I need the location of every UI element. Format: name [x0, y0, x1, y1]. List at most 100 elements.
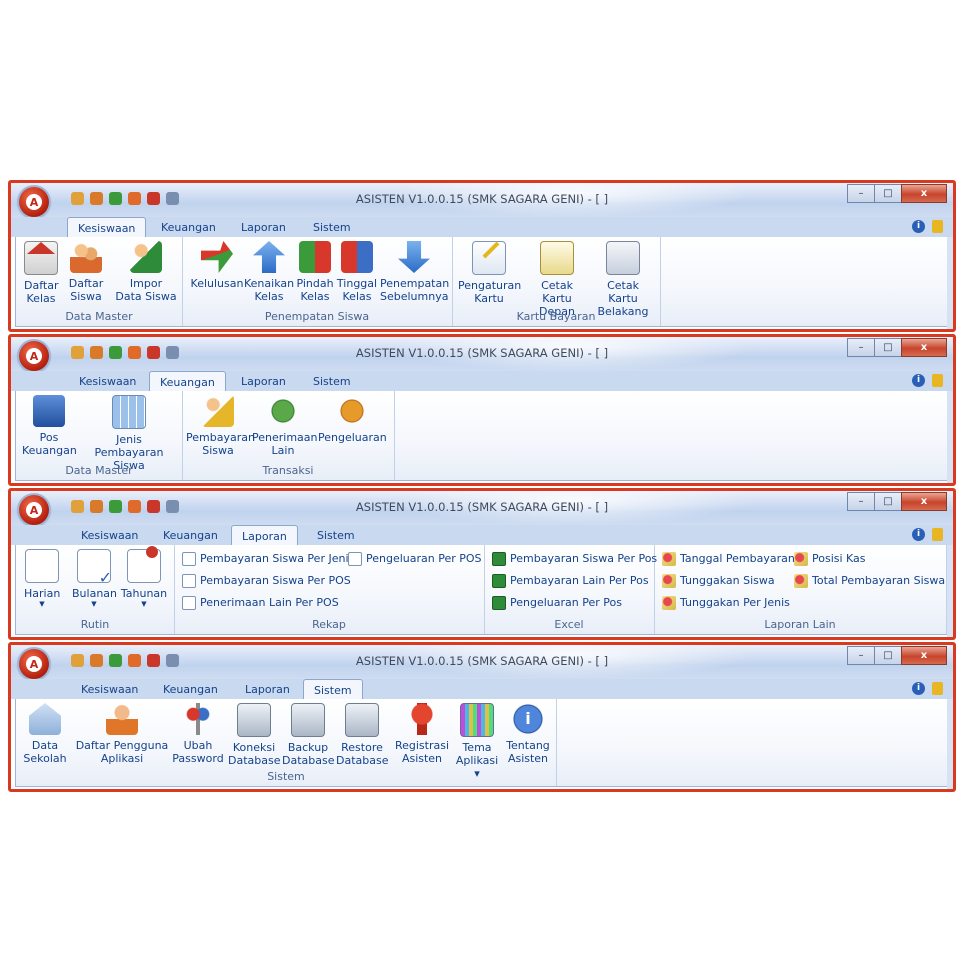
close-button[interactable]: x [901, 184, 947, 203]
registration-icon [406, 703, 438, 735]
app-window-laporan: A ASISTEN V1.0.0.15 (SMK SAGARA GENI) - … [8, 488, 956, 640]
tema-aplikasi-button[interactable]: Tema Aplikasi ▾ [452, 703, 502, 780]
excel-icon [492, 552, 506, 566]
minimize-button[interactable]: – [847, 184, 875, 203]
laporan-posisi-kas[interactable]: Posisi Kas [794, 551, 866, 567]
minimize-button[interactable]: – [847, 646, 875, 665]
tab-kesiswaan[interactable]: Kesiswaan [71, 681, 148, 699]
move-class-icon [299, 241, 331, 273]
ubah-password-button[interactable]: Ubah Password [172, 703, 224, 765]
import-excel-icon [130, 241, 162, 273]
cetak-kartu-belakang-button[interactable]: Cetak Kartu Belakang [592, 241, 654, 318]
tab-sistem[interactable]: Sistem [303, 679, 363, 701]
lock-icon[interactable] [932, 682, 943, 695]
cetak-kartu-depan-button[interactable]: Cetak Kartu Depan [526, 241, 588, 318]
pos-keuangan-button[interactable]: Pos Keuangan [22, 395, 77, 457]
laporan-total-pembayaran-siswa[interactable]: Total Pembayaran Siswa [794, 573, 945, 589]
maximize-button[interactable]: □ [874, 646, 902, 665]
tab-sistem[interactable]: Sistem [303, 219, 361, 237]
tab-sistem[interactable]: Sistem [303, 373, 361, 391]
registrasi-asisten-button[interactable]: Registrasi Asisten [394, 703, 450, 765]
lock-icon[interactable] [932, 528, 943, 541]
previous-placement-icon [398, 241, 430, 273]
koneksi-database-button[interactable]: Koneksi Database [228, 703, 281, 767]
tab-keuangan[interactable]: Keuangan [153, 681, 228, 699]
note-pin-icon [794, 574, 808, 588]
group-kartu-bayaran: Pengaturan Kartu Cetak Kartu Depan Cetak K… [452, 237, 661, 326]
impor-data-siswa-button[interactable]: Impor Data Siswa [114, 241, 178, 303]
backup-database-button[interactable]: Backup Database [282, 703, 335, 767]
report-doc-icon [182, 574, 196, 588]
daftar-siswa-button[interactable]: Daftar Siswa [68, 241, 104, 303]
help-icon[interactable]: i [912, 374, 925, 387]
daftar-pengguna-aplikasi-button[interactable]: Daftar Pengguna Aplikasi [74, 703, 170, 765]
tab-kesiswaan[interactable]: Kesiswaan [69, 373, 146, 391]
help-icon[interactable]: i [912, 682, 925, 695]
lock-icon[interactable] [932, 374, 943, 387]
about-info-icon: i [512, 703, 544, 735]
rekap-pembayaran-siswa-per-pos[interactable]: Pembayaran Siswa Per POS [182, 573, 351, 589]
daftar-kelas-button[interactable]: Daftar Kelas [24, 241, 58, 305]
jenis-pembayaran-siswa-button[interactable]: Jenis Pembayaran Siswa [80, 395, 178, 472]
penerimaan-lain-button[interactable]: Penerimaan Lain [252, 395, 318, 457]
pengeluaran-button[interactable]: Pengeluaran [318, 395, 387, 444]
pembayaran-siswa-button[interactable]: Pembayaran Siswa [186, 395, 255, 457]
db-restore-icon [345, 703, 379, 737]
restore-database-button[interactable]: Restore Database [336, 703, 389, 767]
lock-icon[interactable] [932, 220, 943, 233]
minimize-button[interactable]: – [847, 492, 875, 511]
minimize-button[interactable]: – [847, 338, 875, 357]
rekap-penerimaan-lain-per-pos[interactable]: Penerimaan Lain Per POS [182, 595, 339, 611]
maximize-button[interactable]: □ [874, 338, 902, 357]
tab-kesiswaan[interactable]: Kesiswaan [67, 217, 147, 239]
tab-laporan[interactable]: Laporan [231, 525, 298, 547]
window-title: ASISTEN V1.0.0.15 (SMK SAGARA GENI) - [ … [355, 192, 609, 206]
tentang-asisten-button[interactable]: i Tentang Asisten [504, 703, 552, 765]
laporan-tunggakan-siswa[interactable]: Tunggakan Siswa [662, 573, 775, 589]
group-transaksi: Pembayaran Siswa Penerimaan Lain Pengeluar… [182, 391, 395, 480]
close-button[interactable]: x [901, 338, 947, 357]
excel-pengeluaran-per-pos[interactable]: Pengeluaran Per Pos [492, 595, 622, 611]
yearly-report-icon [127, 546, 161, 583]
ribbon-tabs: Kesiswaan Keuangan Laporan Sistem i [11, 525, 953, 547]
pengaturan-kartu-button[interactable]: Pengaturan Kartu [458, 241, 521, 305]
keys-icon [182, 703, 214, 735]
harian-button[interactable]: Harian ▼ [24, 549, 60, 608]
tab-keuangan[interactable]: Keuangan [153, 527, 228, 545]
kenaikan-kelas-button[interactable]: Kenaikan Kelas [244, 241, 294, 303]
group-excel: Pembayaran Siswa Per Pos Pembayaran Lain… [484, 545, 657, 634]
maximize-button[interactable]: □ [874, 184, 902, 203]
tab-laporan[interactable]: Laporan [231, 219, 296, 237]
penempatan-sebelumnya-button[interactable]: Penempatan Sebelumnya [380, 241, 449, 303]
data-sekolah-button[interactable]: Data Sekolah [20, 703, 70, 765]
rekap-pengeluaran-per-pos[interactable]: Pengeluaran Per POS [348, 551, 482, 567]
tinggal-kelas-button[interactable]: Tinggal Kelas [336, 241, 378, 303]
help-icon[interactable]: i [912, 220, 925, 233]
tab-laporan[interactable]: Laporan [235, 681, 300, 699]
tab-keuangan[interactable]: Keuangan [151, 219, 226, 237]
bulanan-button[interactable]: Bulanan▼ [72, 549, 117, 608]
pindah-kelas-button[interactable]: Pindah Kelas [294, 241, 336, 303]
close-button[interactable]: x [901, 492, 947, 511]
rekap-pembayaran-siswa-per-jenis[interactable]: Pembayaran Siswa Per Jenis [182, 551, 354, 567]
note-pin-icon [794, 552, 808, 566]
tab-keuangan[interactable]: Keuangan [149, 371, 226, 393]
tab-sistem[interactable]: Sistem [307, 527, 365, 545]
finance-post-icon [33, 395, 65, 427]
tahunan-button[interactable]: Tahunan ▼ [120, 546, 168, 608]
laporan-tanggal-pembayaran[interactable]: Tanggal Pembayaran [662, 551, 795, 567]
laporan-tunggakan-per-jenis[interactable]: Tunggakan Per Jenis [662, 595, 790, 611]
theme-icon [460, 703, 494, 737]
tab-kesiswaan[interactable]: Kesiswaan [71, 527, 148, 545]
close-button[interactable]: x [901, 646, 947, 665]
kelulusan-button[interactable]: Kelulusan [188, 241, 246, 290]
help-icon[interactable]: i [912, 528, 925, 541]
excel-pembayaran-siswa-per-pos[interactable]: Pembayaran Siswa Per Pos [492, 551, 657, 567]
monthly-report-icon [77, 549, 112, 584]
maximize-button[interactable]: □ [874, 492, 902, 511]
stay-class-icon [341, 241, 373, 273]
ribbon-panel: Harian▼ Bulanan▼ Tahunan▼ Rutin Pembayar… [15, 545, 949, 635]
promote-arrow-icon [253, 241, 285, 273]
tab-laporan[interactable]: Laporan [231, 373, 296, 391]
excel-pembayaran-lain-per-pos[interactable]: Pembayaran Lain Per Pos [492, 573, 649, 589]
